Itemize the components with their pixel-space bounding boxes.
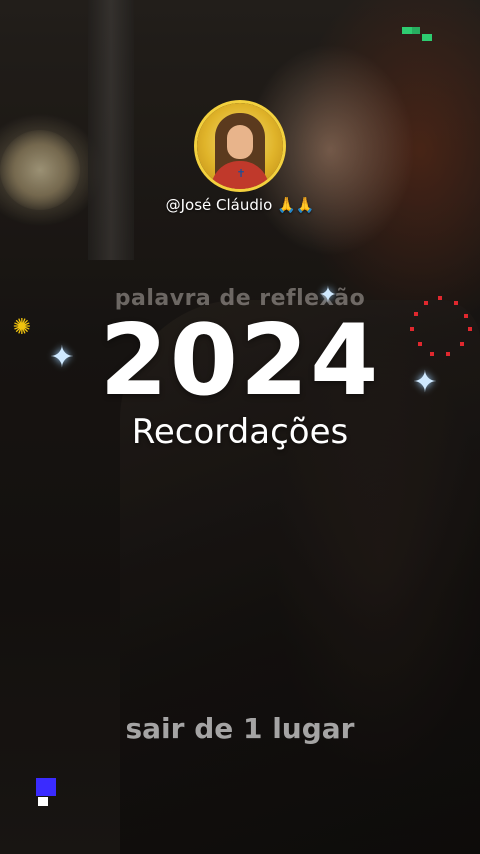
cross-icon: ✝ [236, 167, 246, 180]
headline-subtitle: Recordações [131, 412, 349, 452]
year-headline: 2024 [99, 304, 381, 418]
video-caption: sair de 1 lugar [125, 712, 355, 745]
profile-username[interactable]: @José Cláudio 🙏🙏 [0, 196, 480, 214]
green-pixel-decoration [402, 27, 434, 47]
profile-avatar[interactable]: ✝ [197, 103, 283, 189]
avatar-face [227, 125, 253, 159]
blue-pixel-decoration [36, 778, 58, 808]
